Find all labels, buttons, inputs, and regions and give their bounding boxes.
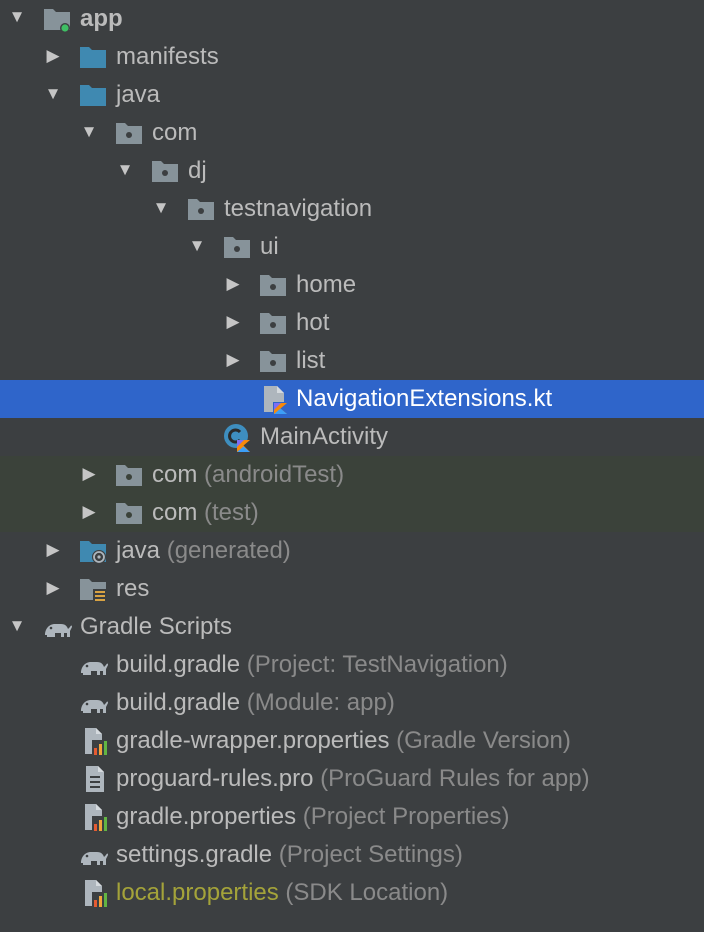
- tree-row-label: dj: [188, 157, 207, 184]
- tree-row-label: Gradle Scripts: [80, 613, 233, 640]
- tree-row-label: NavigationExtensions.kt: [296, 385, 553, 412]
- tree-row-java-generated[interactable]: ▶ java (generated): [0, 532, 704, 570]
- tree-row-navigation-extensions[interactable]: NavigationExtensions.kt: [0, 380, 704, 418]
- gradle-elephant-icon: [42, 612, 72, 642]
- tree-row-label: settings.gradle (Project Settings): [116, 841, 463, 868]
- properties-file-icon: [80, 878, 110, 908]
- package-icon: [258, 270, 288, 300]
- tree-row-gradle-scripts[interactable]: ▼ Gradle Scripts: [0, 608, 704, 646]
- tree-row-dj[interactable]: ▼ dj: [0, 152, 704, 190]
- package-icon: [114, 460, 144, 490]
- tree-row-label: gradle-wrapper.properties (Gradle Versio…: [116, 727, 571, 754]
- tree-row-label: home: [296, 271, 357, 298]
- tree-row-label: com: [152, 119, 198, 146]
- collapse-arrow-icon[interactable]: ▶: [80, 465, 98, 483]
- tree-row-label: build.gradle (Project: TestNavigation): [116, 651, 508, 678]
- properties-file-icon: [80, 726, 110, 756]
- tree-row-settings-gradle[interactable]: settings.gradle (Project Settings): [0, 836, 704, 874]
- tree-row-label: app: [80, 5, 123, 32]
- collapse-arrow-icon[interactable]: ▶: [224, 351, 242, 369]
- expand-arrow-icon[interactable]: ▼: [44, 85, 62, 103]
- tree-row-com-test[interactable]: ▶ com (test): [0, 494, 704, 532]
- source-folder-icon: [78, 80, 108, 110]
- tree-row-label: local.properties (SDK Location): [116, 879, 449, 906]
- gradle-file-icon: [78, 840, 108, 870]
- tree-row-label: gradle.properties (Project Properties): [116, 803, 510, 830]
- package-icon: [150, 156, 180, 186]
- package-icon: [186, 194, 216, 224]
- gradle-file-icon: [78, 650, 108, 680]
- project-tree: ▼ app ▶ manifests ▼ java ▼ com ▼ dj ▼ te…: [0, 0, 704, 932]
- tree-row-gradle-wrapper-properties[interactable]: gradle-wrapper.properties (Gradle Versio…: [0, 722, 704, 760]
- collapse-arrow-icon[interactable]: ▶: [224, 313, 242, 331]
- collapse-arrow-icon[interactable]: ▶: [44, 579, 62, 597]
- package-icon: [222, 232, 252, 262]
- tree-row-home[interactable]: ▶ home: [0, 266, 704, 304]
- collapse-arrow-icon[interactable]: ▶: [44, 47, 62, 65]
- tree-row-res[interactable]: ▶ res: [0, 570, 704, 608]
- tree-row-label: hot: [296, 309, 330, 336]
- expand-arrow-icon[interactable]: ▼: [188, 237, 206, 255]
- tree-row-label: manifests: [116, 43, 219, 70]
- tree-row-label: com (test): [152, 499, 259, 526]
- tree-row-label: java (generated): [116, 537, 291, 564]
- collapse-arrow-icon[interactable]: ▶: [80, 503, 98, 521]
- expand-arrow-icon[interactable]: ▼: [116, 161, 134, 179]
- expand-arrow-icon[interactable]: ▼: [152, 199, 170, 217]
- package-icon: [114, 498, 144, 528]
- tree-row-hot[interactable]: ▶ hot: [0, 304, 704, 342]
- tree-row-label: ui: [260, 233, 279, 260]
- tree-row-label: MainActivity: [260, 423, 389, 450]
- tree-row-label: com (androidTest): [152, 461, 345, 488]
- expand-arrow-icon[interactable]: ▼: [80, 123, 98, 141]
- tree-row-com[interactable]: ▼ com: [0, 114, 704, 152]
- tree-row-ui[interactable]: ▼ ui: [0, 228, 704, 266]
- tree-row-app[interactable]: ▼ app: [0, 0, 704, 38]
- package-icon: [258, 308, 288, 338]
- tree-row-java[interactable]: ▼ java: [0, 76, 704, 114]
- tree-row-label: java: [116, 81, 161, 108]
- tree-row-label: testnavigation: [224, 195, 373, 222]
- tree-row-label: proguard-rules.pro (ProGuard Rules for a…: [116, 765, 590, 792]
- tree-row-list[interactable]: ▶ list: [0, 342, 704, 380]
- expand-arrow-icon[interactable]: ▼: [8, 617, 26, 635]
- resource-folder-icon: [78, 574, 108, 604]
- tree-row-label: list: [296, 347, 326, 374]
- tree-row-com-androidtest[interactable]: ▶ com (androidTest): [0, 456, 704, 494]
- generated-folder-icon: [78, 536, 108, 566]
- collapse-arrow-icon[interactable]: ▶: [44, 541, 62, 559]
- properties-file-icon: [80, 802, 110, 832]
- tree-row-proguard-rules[interactable]: proguard-rules.pro (ProGuard Rules for a…: [0, 760, 704, 798]
- tree-row-mainactivity[interactable]: MainActivity: [0, 418, 704, 456]
- kotlin-class-icon: [222, 422, 252, 452]
- text-file-icon: [80, 764, 110, 794]
- tree-row-local-properties[interactable]: local.properties (SDK Location): [0, 874, 704, 912]
- tree-row-testnavigation[interactable]: ▼ testnavigation: [0, 190, 704, 228]
- folder-icon: [78, 42, 108, 72]
- tree-row-manifests[interactable]: ▶ manifests: [0, 38, 704, 76]
- tree-row-gradle-properties[interactable]: gradle.properties (Project Properties): [0, 798, 704, 836]
- expand-arrow-icon[interactable]: ▼: [8, 8, 26, 26]
- tree-row-build-gradle-project[interactable]: build.gradle (Project: TestNavigation): [0, 646, 704, 684]
- tree-row-label: build.gradle (Module: app): [116, 689, 395, 716]
- kotlin-file-icon: [260, 384, 290, 414]
- tree-row-label: res: [116, 575, 150, 602]
- collapse-arrow-icon[interactable]: ▶: [224, 275, 242, 293]
- android-module-folder-icon: [42, 4, 72, 34]
- package-icon: [258, 346, 288, 376]
- tree-row-build-gradle-module[interactable]: build.gradle (Module: app): [0, 684, 704, 722]
- package-icon: [114, 118, 144, 148]
- gradle-file-icon: [78, 688, 108, 718]
